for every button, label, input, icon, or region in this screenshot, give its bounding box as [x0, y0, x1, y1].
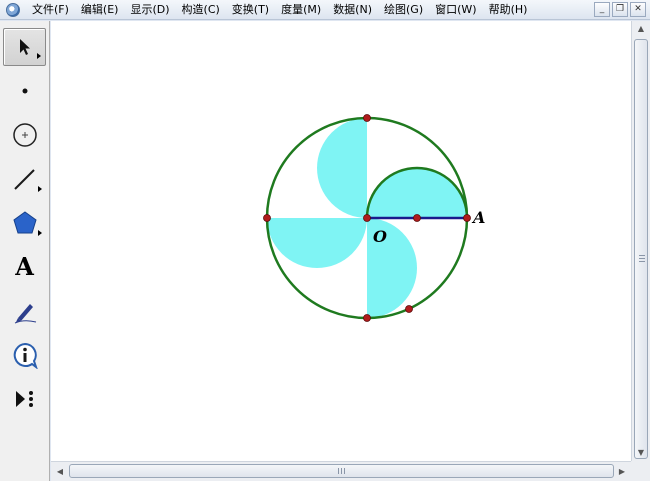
menu-bar: 文件(F) 编辑(E) 显示(D) 构造(C) 变换(T) 度量(M) 数据(N… [0, 0, 650, 20]
menu-measure[interactable]: 度量(M) [275, 1, 327, 19]
half-disk-top [317, 118, 367, 218]
horizontal-scrollbar[interactable]: ◀ ▶ [51, 461, 631, 481]
point-tool[interactable] [3, 72, 46, 110]
scroll-right-icon[interactable]: ▶ [615, 464, 629, 480]
line-icon [13, 169, 35, 190]
vertical-scrollbar[interactable]: ▲ ▼ [631, 21, 650, 461]
scroll-down-icon[interactable]: ▼ [632, 445, 650, 461]
menu-data[interactable]: 数据(N) [327, 1, 378, 19]
label-A[interactable]: A [473, 208, 485, 227]
point-icon [22, 88, 27, 94]
submenu-indicator-icon [37, 53, 41, 59]
menu-file[interactable]: 文件(F) [26, 1, 75, 19]
straightedge-tool[interactable] [3, 160, 46, 198]
marker-tool[interactable] [3, 292, 46, 330]
menu-construct[interactable]: 构造(C) [176, 1, 226, 19]
scroll-up-icon[interactable]: ▲ [632, 21, 650, 37]
menu-edit[interactable]: 编辑(E) [75, 1, 125, 19]
sketch-canvas[interactable]: O A [51, 21, 631, 461]
submenu-indicator-icon [38, 186, 42, 192]
menu-display[interactable]: 显示(D) [124, 1, 175, 19]
play-dots-icon [15, 391, 33, 407]
scrollbar-corner [631, 461, 650, 481]
polygon-tool[interactable] [3, 204, 46, 242]
window-controls: _ ❐ ✕ [594, 2, 646, 17]
menu-window[interactable]: 窗口(W) [429, 1, 482, 19]
info-icon [13, 342, 38, 369]
point-left[interactable] [263, 214, 271, 222]
custom-tool[interactable] [3, 380, 46, 418]
arrow-icon [19, 39, 30, 55]
text-tool[interactable]: A [3, 248, 46, 286]
point-O[interactable] [363, 214, 371, 222]
scroll-left-icon[interactable]: ◀ [53, 464, 67, 480]
information-tool[interactable] [3, 336, 46, 374]
geometry-figure [263, 114, 471, 322]
vertical-scroll-thumb[interactable] [634, 39, 648, 459]
grip-icon [639, 255, 645, 262]
submenu-indicator-icon [38, 230, 42, 236]
point-top[interactable] [363, 114, 371, 122]
menu-help[interactable]: 帮助(H) [483, 1, 534, 19]
toolbox: A [0, 21, 50, 481]
circle-icon [12, 123, 37, 147]
grip-icon [338, 468, 345, 474]
point-on-circle[interactable] [405, 305, 413, 313]
close-button[interactable]: ✕ [630, 2, 646, 17]
pen-icon [14, 304, 36, 324]
half-disk-right [367, 168, 467, 218]
point-A[interactable] [463, 214, 471, 222]
label-O[interactable]: O [373, 227, 387, 246]
minimize-button[interactable]: _ [594, 2, 610, 17]
compass-tool[interactable] [3, 116, 46, 154]
menu-transform[interactable]: 变换(T) [226, 1, 275, 19]
restore-button[interactable]: ❐ [612, 2, 628, 17]
app-icon[interactable] [6, 2, 20, 17]
menu-graph[interactable]: 绘图(G) [378, 1, 429, 19]
pentagon-icon [12, 211, 37, 234]
point-bottom[interactable] [363, 314, 371, 322]
select-arrow-tool[interactable] [3, 28, 46, 66]
horizontal-scroll-thumb[interactable] [69, 464, 614, 478]
text-A-icon: A [15, 252, 34, 281]
half-disk-left [267, 218, 367, 268]
point-midpoint[interactable] [413, 214, 421, 222]
